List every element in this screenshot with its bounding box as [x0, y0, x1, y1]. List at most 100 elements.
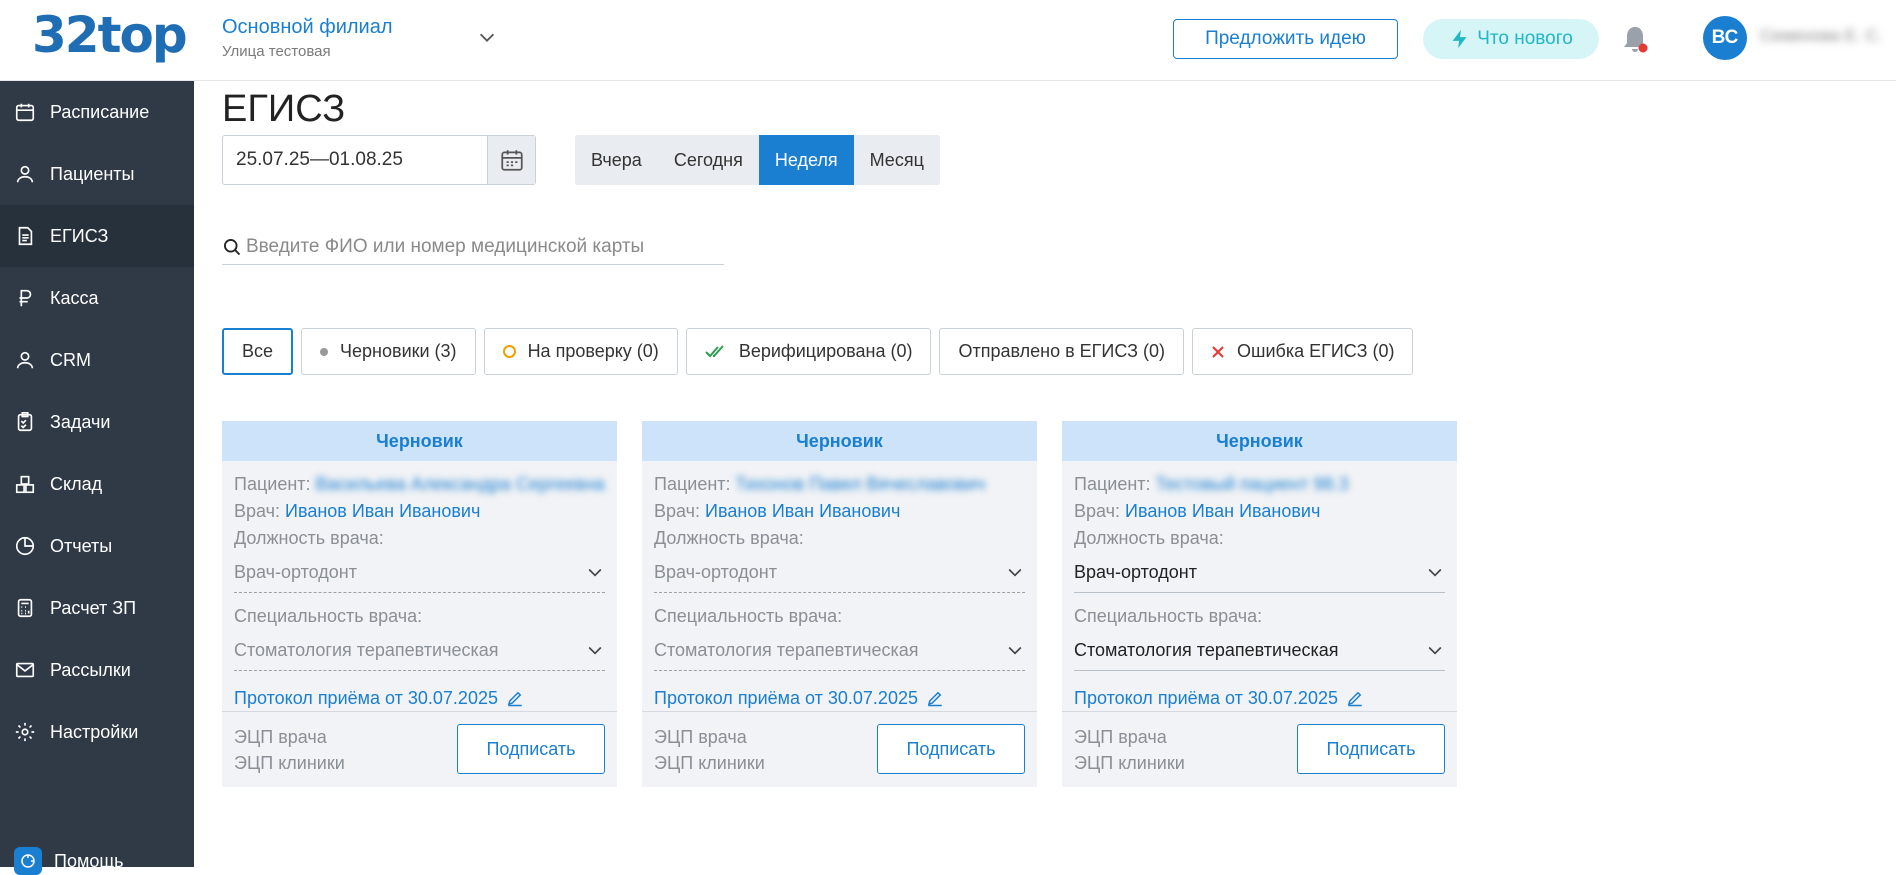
suggest-idea-button[interactable]: Предложить идею [1173, 19, 1398, 59]
avatar[interactable]: ВС [1703, 16, 1747, 60]
pencil-icon [927, 691, 942, 707]
protocol-label: Протокол приёма от 30.07.2025 [654, 687, 918, 708]
doctor-name[interactable]: Иванов Иван Иванович [705, 501, 900, 521]
period-yesterday-button[interactable]: Вчера [575, 135, 658, 185]
doctor-name[interactable]: Иванов Иван Иванович [285, 501, 480, 521]
user-icon [16, 165, 34, 183]
sidebar-item-label: Задачи [50, 411, 111, 432]
sidebar-item-reports[interactable]: Отчеты [0, 515, 194, 577]
sidebar-item-patients[interactable]: Пациенты [0, 143, 194, 205]
specialty-select[interactable]: Стоматология терапевтическая [1074, 630, 1445, 671]
position-label: Должность врача: [1074, 528, 1224, 548]
period-today-button[interactable]: Сегодня [658, 135, 759, 185]
circle-icon [502, 345, 516, 358]
pencil-icon [1347, 691, 1362, 707]
protocol-link[interactable]: Протокол приёма от 30.07.2025 [234, 681, 605, 715]
sidebar-item-label: ЕГИСЗ [50, 225, 109, 246]
branch-name: Основной филиал [222, 16, 393, 38]
doctor-row: Врач: Иванов Иван Иванович [234, 501, 481, 521]
filter-review[interactable]: На проверку (0) [483, 328, 678, 375]
branch-address: Улица тестовая [222, 43, 331, 60]
sidebar-item-cashbox[interactable]: Касса [0, 267, 194, 329]
sidebar-item-crm[interactable]: CRM [0, 329, 194, 391]
ruble-icon [19, 289, 32, 307]
filter-drafts[interactable]: Черновики (3) [301, 328, 476, 375]
sidebar-item-tasks[interactable]: Задачи [0, 391, 194, 453]
period-week-button[interactable]: Неделя [758, 135, 854, 185]
sidebar-item-settings[interactable]: Настройки [0, 701, 194, 763]
card-footer: ЭЦП врача ЭЦП клиники Подписать [642, 711, 1037, 787]
chevron-down-icon [588, 568, 602, 577]
whats-new-button[interactable]: Что нового [1423, 19, 1599, 59]
patient-name[interactable]: Тихонов Павел Вячеславович [736, 471, 986, 498]
branch-selector[interactable]: Основной филиал Улица тестовая [222, 16, 393, 60]
patient-row: Пациент: Тихонов Павел Вячеславович [654, 471, 1025, 498]
protocol-link[interactable]: Протокол приёма от 30.07.2025 [1074, 681, 1445, 715]
sidebar-item-egisz[interactable]: ЕГИСЗ [0, 205, 194, 267]
search-input[interactable] [246, 236, 724, 258]
patient-name[interactable]: Васильева Александра Сергеевна [316, 471, 605, 498]
sidebar-item-label: Касса [50, 287, 99, 308]
chevron-down-icon [1428, 646, 1442, 655]
filter-sent[interactable]: Отправлено в ЕГИСЗ (0) [939, 328, 1185, 375]
specialty-select[interactable]: Стоматология терапевтическая [234, 630, 605, 671]
doctor-row: Врач: Иванов Иван Иванович [654, 501, 901, 521]
sign-button[interactable]: Подписать [1297, 724, 1445, 774]
patient-row: Пациент: Тестовый пациент 98.3 [1074, 471, 1445, 498]
gear-icon [15, 722, 35, 742]
chevron-down-icon[interactable] [476, 26, 498, 48]
doctor-row: Врач: Иванов Иван Иванович [1074, 501, 1321, 521]
card-footer: ЭЦП врача ЭЦП клиники Подписать [222, 711, 617, 787]
bell-icon[interactable] [1620, 24, 1650, 56]
help-button[interactable]: Помощь [14, 847, 124, 875]
filter-error[interactable]: Ошибка ЕГИСЗ (0) [1192, 328, 1414, 375]
sidebar-item-warehouse[interactable]: Склад [0, 453, 194, 515]
record-card: Черновик Пациент: Тестовый пациент 98.3 … [1062, 421, 1457, 787]
filter-label: На проверку (0) [527, 341, 659, 361]
record-card: Черновик Пациент: Васильева Александра С… [222, 421, 617, 787]
filter-verified[interactable]: Верифицирована (0) [685, 328, 932, 375]
sidebar-item-schedule[interactable]: Расписание [0, 81, 194, 143]
help-label: Помощь [54, 850, 124, 871]
date-range-picker[interactable] [222, 135, 536, 185]
record-card: Черновик Пациент: Тихонов Павел Вячеслав… [642, 421, 1037, 787]
card-footer: ЭЦП врача ЭЦП клиники Подписать [1062, 711, 1457, 787]
document-icon [18, 226, 33, 246]
chevron-down-icon [1428, 568, 1442, 577]
date-range-input[interactable] [223, 136, 487, 184]
specialty-label: Специальность врача: [654, 606, 843, 626]
period-month-button[interactable]: Месяц [854, 135, 940, 185]
tasks-icon [17, 412, 33, 432]
doctor-name[interactable]: Иванов Иван Иванович [1125, 501, 1320, 521]
patient-name[interactable]: Тестовый пациент 98.3 [1156, 471, 1349, 498]
protocol-label: Протокол приёма от 30.07.2025 [234, 687, 498, 708]
search-icon [224, 239, 241, 256]
sign-button[interactable]: Подписать [877, 724, 1025, 774]
protocol-label: Протокол приёма от 30.07.2025 [1074, 687, 1338, 708]
position-select[interactable]: Врач-ортодонт [654, 552, 1025, 593]
card-status: Черновик [222, 421, 617, 461]
sidebar-item-label: Расписание [50, 101, 150, 122]
sign-button[interactable]: Подписать [457, 724, 605, 774]
position-select[interactable]: Врач-ортодонт [1074, 552, 1445, 593]
user-name[interactable]: Семенова Е. С. [1760, 26, 1890, 44]
sidebar-item-label: Пациенты [50, 163, 135, 184]
calendar-button[interactable] [487, 136, 535, 184]
specialty-value: Стоматология терапевтическая [1074, 639, 1339, 660]
calculator-icon [17, 598, 33, 618]
logo[interactable]: 32top [32, 6, 188, 64]
sidebar-item-label: CRM [50, 349, 91, 370]
close-icon [1212, 345, 1224, 358]
position-select[interactable]: Врач-ортодонт [234, 552, 605, 593]
protocol-link[interactable]: Протокол приёма от 30.07.2025 [654, 681, 1025, 715]
filter-label: Отправлено в ЕГИСЗ (0) [958, 341, 1166, 361]
specialty-select[interactable]: Стоматология терапевтическая [654, 630, 1025, 671]
filter-all[interactable]: Все [222, 328, 294, 375]
sidebar-item-mailings[interactable]: Рассылки [0, 639, 194, 701]
help-icon [14, 847, 42, 875]
card-status: Черновик [642, 421, 1037, 461]
page-title: ЕГИСЗ [222, 88, 346, 130]
calendar-icon [500, 150, 523, 171]
sidebar-item-label: Настройки [50, 721, 139, 742]
sidebar-item-payroll[interactable]: Расчет ЗП [0, 577, 194, 639]
